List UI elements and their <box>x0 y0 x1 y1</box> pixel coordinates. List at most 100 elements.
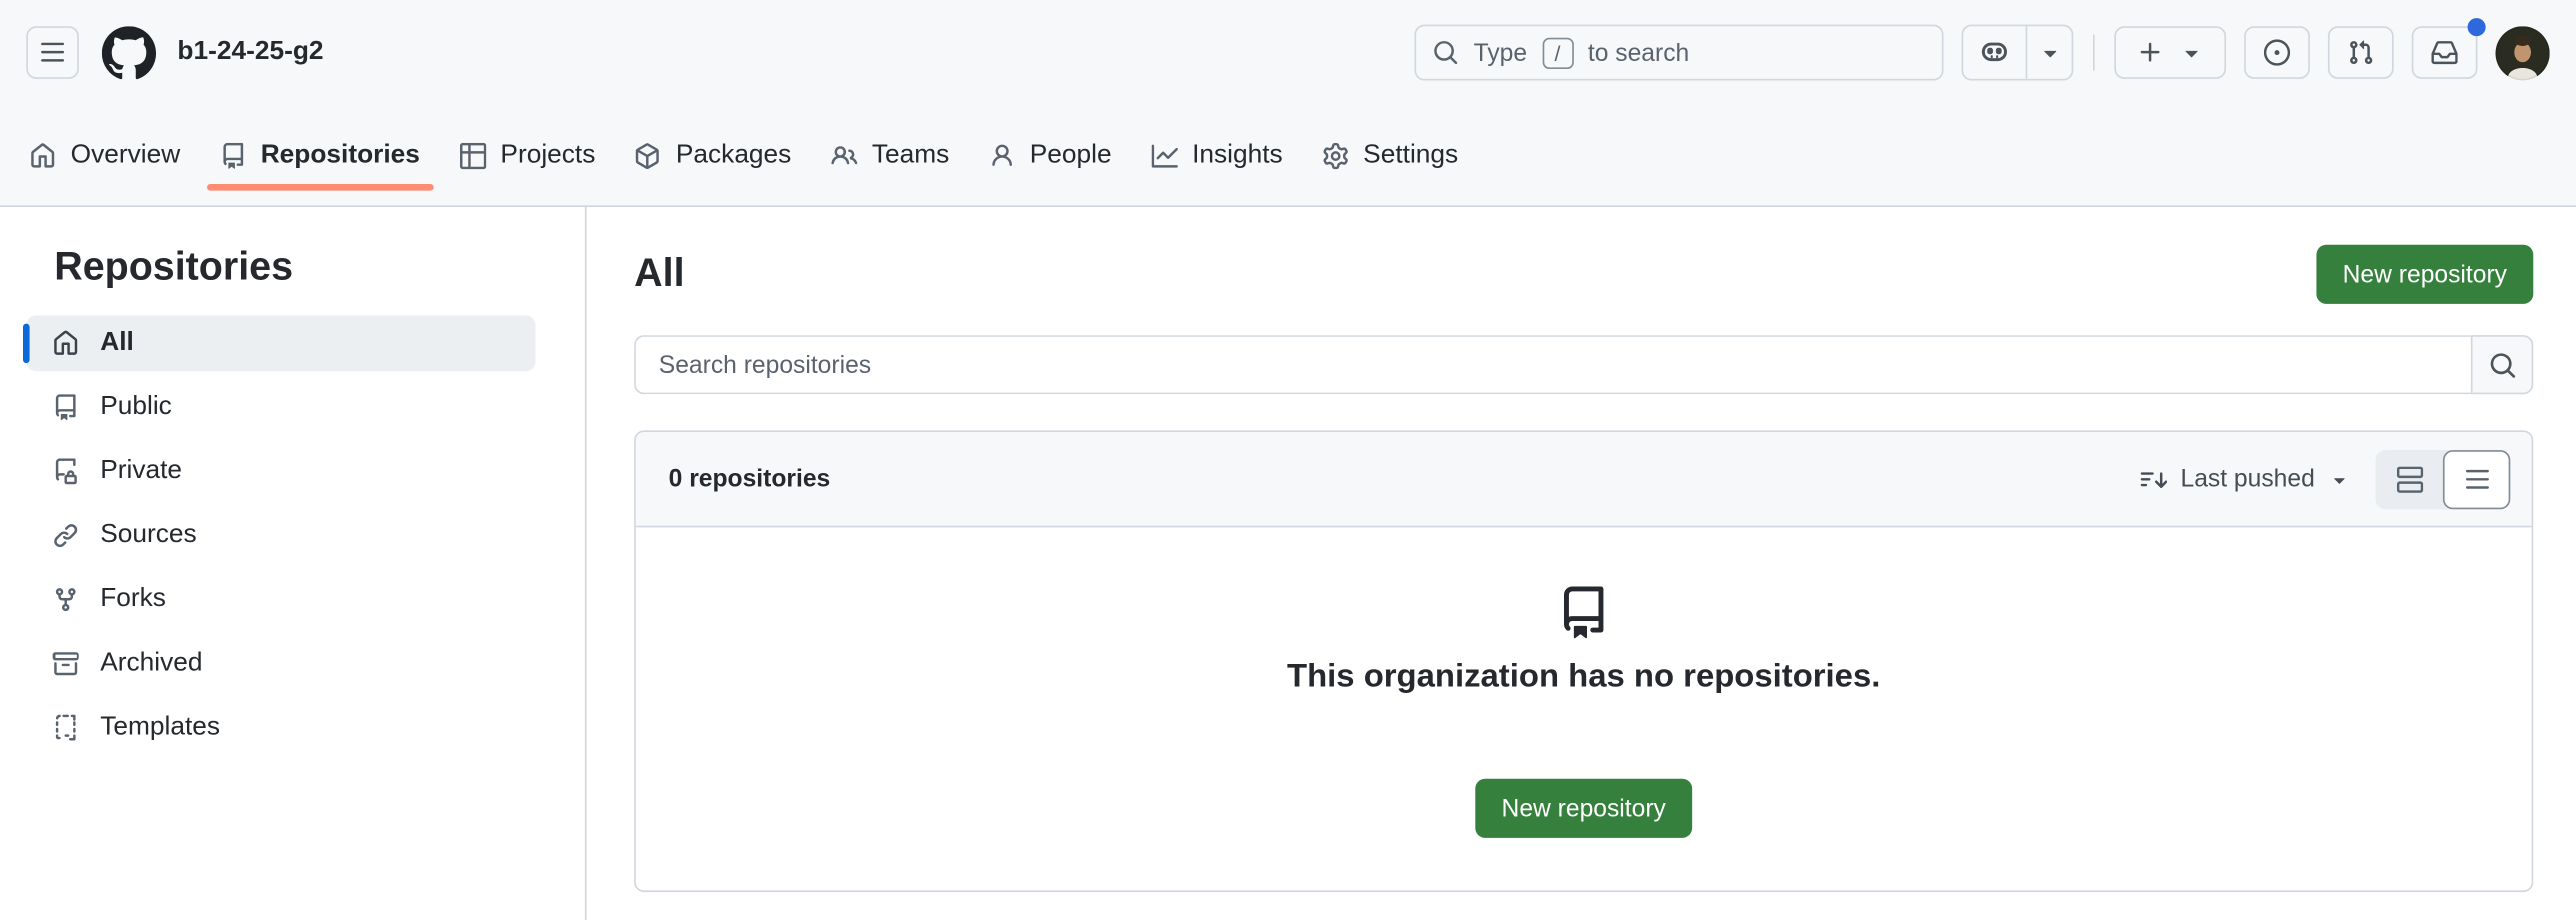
repositories-sidebar: Repositories All Public Private Sources … <box>0 207 587 920</box>
chevron-down-icon <box>2036 39 2062 65</box>
repo-search-row <box>634 335 2533 394</box>
sidebar-item-templates[interactable]: Templates <box>26 700 535 756</box>
main-panel: All New repository 0 repositories <box>587 207 2576 920</box>
notifications-inbox-button[interactable] <box>2412 26 2478 79</box>
archive-icon <box>53 651 79 677</box>
tab-label: Repositories <box>261 140 420 170</box>
sidebar-item-archived[interactable]: Archived <box>26 636 535 692</box>
tab-label: Insights <box>1192 140 1283 170</box>
empty-state-message: This organization has no repositories. <box>636 659 2532 697</box>
sidebar-item-label: All <box>100 329 134 359</box>
repo-search-input[interactable] <box>634 335 2471 394</box>
tab-teams[interactable]: Teams <box>814 105 965 205</box>
main-header: All New repository <box>634 245 2533 304</box>
inbox-icon <box>2431 39 2457 65</box>
create-new-button[interactable] <box>2114 26 2226 79</box>
sidebar-item-forks[interactable]: Forks <box>26 572 535 628</box>
empty-new-repository-button[interactable]: New repository <box>1475 779 1692 838</box>
person-icon <box>989 142 1015 168</box>
repo-search-button[interactable] <box>2471 335 2533 394</box>
home-icon <box>53 330 79 356</box>
slash-key-hint: / <box>1542 37 1573 68</box>
tab-settings[interactable]: Settings <box>1306 105 1475 205</box>
repository-list-header: 0 repositories Last pushed <box>636 432 2532 527</box>
header-divider <box>2093 35 2095 71</box>
issues-button[interactable] <box>2244 26 2310 79</box>
repo-count: 0 repositories <box>669 465 831 493</box>
notifications-wrapper <box>2412 26 2478 79</box>
hamburger-menu-button[interactable] <box>26 26 79 79</box>
copilot-icon <box>1980 38 2010 68</box>
unread-notification-dot <box>2468 18 2486 36</box>
tab-packages[interactable]: Packages <box>618 105 807 205</box>
sidebar-item-public[interactable]: Public <box>26 379 535 435</box>
sort-label: Last pushed <box>2181 465 2315 493</box>
chevron-down-icon <box>2328 467 2351 490</box>
search-placeholder-prefix: Type <box>1474 39 1527 67</box>
repo-icon <box>220 142 246 168</box>
sidebar-item-label: Public <box>100 393 172 423</box>
repo-locked-icon <box>53 458 79 484</box>
copilot-button-group <box>1962 25 2074 81</box>
issue-opened-icon <box>2264 39 2290 65</box>
github-logo-icon[interactable] <box>102 25 156 79</box>
search-placeholder-suffix: to search <box>1588 39 1689 67</box>
graph-icon <box>1151 142 1177 168</box>
repo-icon <box>53 394 79 420</box>
gear-icon <box>1322 142 1348 168</box>
card-view-toggle[interactable] <box>2376 449 2443 508</box>
package-icon <box>635 142 661 168</box>
chevron-down-icon <box>2178 39 2204 65</box>
tab-label: People <box>1030 140 1112 170</box>
search-icon <box>2488 351 2516 379</box>
empty-state: This organization has no repositories. N… <box>636 527 2532 838</box>
layout-segmented-control <box>2376 449 2511 508</box>
tab-overview[interactable]: Overview <box>13 105 196 205</box>
sidebar-item-label: Templates <box>100 713 220 743</box>
pull-requests-button[interactable] <box>2328 26 2394 79</box>
tab-label: Overview <box>71 140 181 170</box>
tab-projects[interactable]: Projects <box>443 105 612 205</box>
global-search-box[interactable]: Type / to search <box>1415 25 1944 81</box>
people-icon <box>831 142 857 168</box>
list-view-toggle[interactable] <box>2443 449 2510 508</box>
page-title: All <box>634 248 684 301</box>
tab-repositories[interactable]: Repositories <box>203 105 436 205</box>
global-header: b1-24-25-g2 Type / to search <box>0 0 2576 105</box>
sidebar-item-label: Private <box>100 457 182 487</box>
tab-label: Packages <box>676 140 791 170</box>
sort-desc-icon <box>2141 466 2167 492</box>
sidebar-title: Repositories <box>54 243 535 292</box>
org-nav: Overview Repositories Projects Packages … <box>0 105 2576 207</box>
sidebar-item-label: Sources <box>100 521 196 551</box>
tab-label: Teams <box>872 140 949 170</box>
sidebar-item-sources[interactable]: Sources <box>26 508 535 564</box>
tab-label: Settings <box>1363 140 1458 170</box>
tab-label: Projects <box>500 140 595 170</box>
git-pull-request-icon <box>2348 39 2374 65</box>
home-icon <box>30 142 56 168</box>
tab-insights[interactable]: Insights <box>1135 105 1300 205</box>
org-name[interactable]: b1-24-25-g2 <box>177 38 323 68</box>
tab-people[interactable]: People <box>972 105 1128 205</box>
repo-template-icon <box>53 715 79 741</box>
repo-forked-icon <box>53 587 79 613</box>
three-bars-icon <box>39 39 65 65</box>
new-repository-button[interactable]: New repository <box>2316 245 2533 304</box>
sidebar-item-label: Archived <box>100 649 202 679</box>
link-icon <box>53 522 79 548</box>
repository-list-card: 0 repositories Last pushed <box>634 430 2533 892</box>
copilot-dropdown-button[interactable] <box>2027 26 2071 79</box>
sidebar-item-private[interactable]: Private <box>26 444 535 500</box>
sidebar-item-label: Forks <box>100 585 166 615</box>
copilot-button[interactable] <box>1963 26 2025 79</box>
user-avatar[interactable] <box>2496 25 2550 79</box>
repo-icon <box>1557 587 1610 640</box>
search-icon <box>1433 39 1459 65</box>
plus-icon <box>2137 39 2163 65</box>
list-icon <box>2463 466 2489 492</box>
content: Repositories All Public Private Sources … <box>0 207 2576 920</box>
sort-dropdown[interactable]: Last pushed <box>2141 465 2351 493</box>
sidebar-item-all[interactable]: All <box>26 315 535 371</box>
github-org-repositories-page: b1-24-25-g2 Type / to search <box>0 0 2576 920</box>
